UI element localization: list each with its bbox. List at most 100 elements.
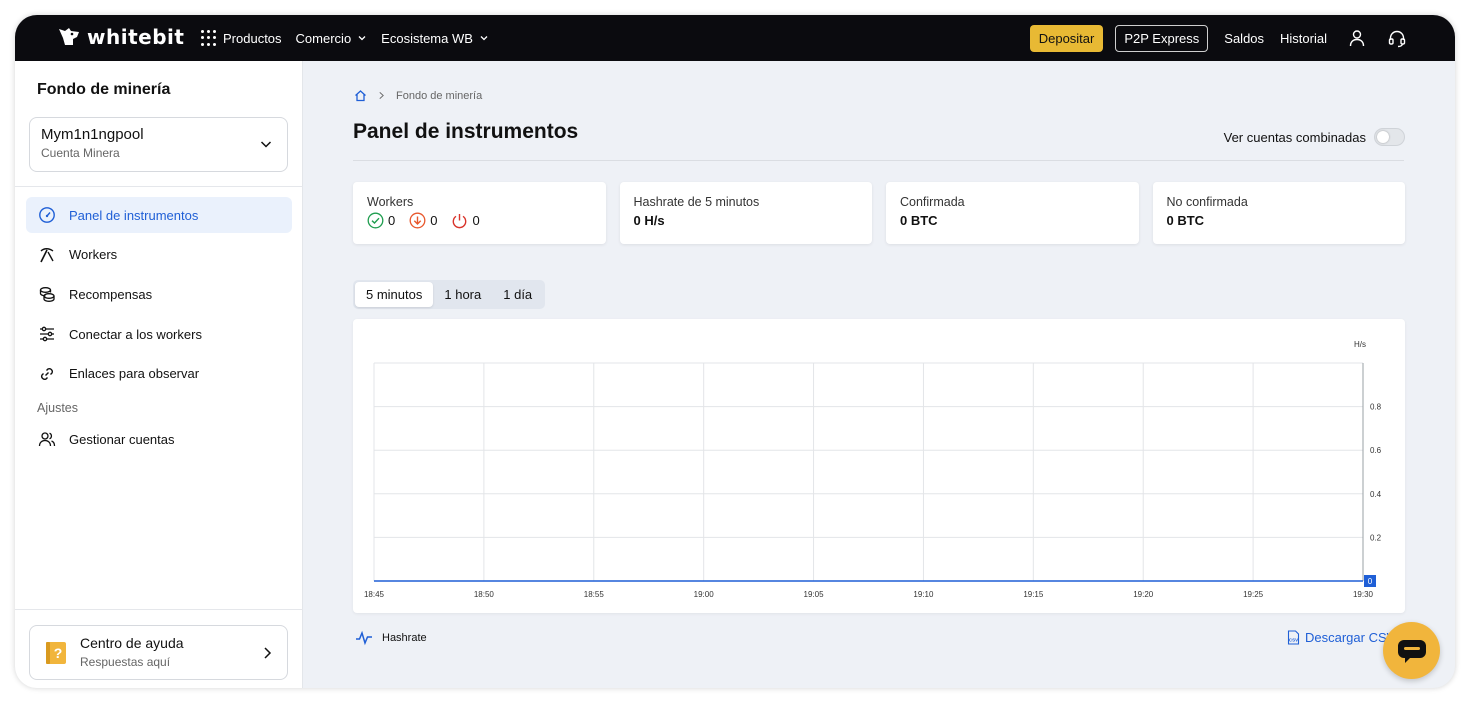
last-value-label: 0: [1368, 577, 1373, 586]
download-csv-label: Descargar CSV: [1305, 630, 1396, 645]
sidebar-item-workers[interactable]: Workers: [26, 237, 292, 273]
apps-grid-icon: [201, 30, 217, 46]
help-center-card[interactable]: ? Centro de ayuda Respuestas aquí: [29, 625, 288, 680]
nav-products[interactable]: Productos: [201, 30, 282, 46]
nav-ecosystem-label: Ecosistema WB: [381, 30, 473, 46]
chevron-down-icon: [480, 36, 488, 41]
main-menu: Productos Comercio Ecosistema WB: [201, 15, 489, 61]
x-tick-label: 18:45: [364, 590, 385, 599]
sidebar-item-label: Panel de instrumentos: [69, 207, 199, 223]
workers-active: 0: [367, 212, 395, 229]
link-icon: [41, 367, 53, 380]
user-profile-icon[interactable]: [1347, 28, 1367, 48]
deposit-button[interactable]: Depositar: [1029, 24, 1104, 52]
hashrate-chart: H/s 0.2 0.4 0.6 0.8 18:45 18:50 18:55 19:00 19:05…: [364, 340, 1382, 599]
legend-hashrate-label: Hashrate: [382, 632, 427, 644]
x-tick-label: 19:15: [1023, 590, 1044, 599]
x-tick-label: 19:20: [1133, 590, 1154, 599]
download-csv-link[interactable]: CSV Descargar CSV: [1287, 630, 1395, 645]
account-menu: Depositar P2P Express Saldos Historial: [1029, 15, 1407, 61]
chevron-down-icon: [358, 36, 366, 41]
sidebar-divider: [15, 609, 303, 610]
sidebar-item-watch-links[interactable]: Enlaces para observar: [26, 356, 292, 392]
y-tick-label: 0.2: [1370, 533, 1382, 542]
workers-offline-count: 0: [472, 213, 480, 228]
pickaxe-icon: [40, 247, 54, 263]
breadcrumb: Fondo de minería: [354, 89, 482, 102]
combined-accounts-toggle-row: Ver cuentas combinadas: [1224, 128, 1405, 146]
hashrate-stat-label: Hashrate de 5 minutos: [633, 195, 760, 209]
chevron-right-icon: [379, 92, 384, 99]
chevron-down-icon: [260, 141, 272, 148]
sidebar-item-label: Recompensas: [69, 286, 153, 302]
stats-cards: Workers 0 0 0 Hashrate de 5 minutos 0 H/…: [353, 182, 1405, 244]
power-icon: [453, 214, 467, 229]
y-tick-label: 0.8: [1370, 403, 1382, 412]
help-book-icon: ?: [46, 642, 66, 664]
settings-section-label: Ajustes: [37, 401, 78, 416]
csv-file-icon: CSV: [1287, 630, 1300, 645]
x-tick-label: 18:50: [474, 590, 495, 599]
support-headset-icon[interactable]: [1387, 28, 1407, 48]
top-navigation: whitebit Productos Comercio Ecosistema W…: [15, 15, 1455, 61]
nav-trade[interactable]: Comercio: [296, 31, 368, 46]
sidebar-item-label: Workers: [69, 247, 118, 263]
chat-support-button[interactable]: [1383, 622, 1440, 679]
workers-status-row: 0 0 0: [367, 212, 592, 229]
hashrate-chart-card: H/s 0.2 0.4 0.6 0.8 18:45 18:50 18:55 19:00 19:05…: [353, 319, 1405, 613]
help-center-subtitle: Respuestas aquí: [80, 655, 171, 669]
confirmed-stat-card: Confirmada 0 BTC: [886, 182, 1139, 244]
chevron-right-icon: [264, 647, 272, 659]
y-tick-label: 0.4: [1370, 490, 1382, 499]
nav-balances[interactable]: Saldos: [1224, 31, 1264, 46]
nav-products-label: Productos: [223, 30, 282, 46]
nav-ecosystem[interactable]: Ecosistema WB: [381, 31, 489, 46]
account-type: Cuenta Minera: [41, 146, 120, 160]
page-title: Panel de instrumentos: [353, 120, 579, 143]
account-name: Mym1n1ngpool: [41, 126, 144, 143]
users-icon: [38, 432, 56, 447]
confirmed-stat-value: 0 BTC: [900, 213, 938, 228]
account-selector[interactable]: Mym1n1ngpool Cuenta Minera: [29, 117, 288, 172]
home-icon[interactable]: [354, 89, 367, 102]
sidebar: Fondo de minería Mym1n1ngpool Cuenta Min…: [15, 61, 303, 688]
app-window: whitebit Productos Comercio Ecosistema W…: [15, 15, 1455, 688]
pulse-icon: [356, 630, 372, 646]
tab-1-hour[interactable]: 1 hora: [433, 282, 492, 307]
sidebar-item-rewards[interactable]: Recompensas: [26, 276, 292, 312]
x-tick-label: 18:55: [584, 590, 605, 599]
svg-text:?: ?: [54, 645, 63, 661]
dashboard-gauge-icon: [39, 207, 55, 223]
nav-history[interactable]: Historial: [1280, 31, 1327, 46]
nav-trade-label: Comercio: [295, 30, 352, 46]
svg-text:CSV: CSV: [1289, 638, 1298, 643]
workers-offline: 0: [451, 212, 480, 229]
sidebar-divider: [15, 186, 303, 187]
tab-5-minutes[interactable]: 5 minutos: [355, 282, 434, 307]
x-tick-label: 19:05: [804, 590, 825, 599]
tab-1-day[interactable]: 1 día: [492, 282, 543, 307]
sidebar-item-label: Conectar a los workers: [69, 326, 202, 342]
workers-active-count: 0: [388, 213, 396, 228]
p2p-express-button[interactable]: P2P Express: [1115, 24, 1209, 52]
coins-icon: [39, 287, 55, 303]
x-tick-label: 19:00: [694, 590, 715, 599]
workers-inactive: 0: [409, 212, 437, 229]
sidebar-item-manage-accounts[interactable]: Gestionar cuentas: [26, 421, 292, 457]
unconfirmed-stat-value: 0 BTC: [1166, 213, 1205, 228]
whitebit-logo-icon: [59, 28, 79, 45]
sidebar-item-dashboard[interactable]: Panel de instrumentos: [26, 197, 292, 233]
whitebit-logo[interactable]: whitebit: [57, 25, 184, 49]
workers-stat-card: Workers 0 0 0: [353, 182, 606, 244]
sliders-icon: [40, 326, 54, 342]
combined-accounts-label: Ver cuentas combinadas: [1223, 129, 1366, 145]
x-tick-label: 19:10: [913, 590, 934, 599]
sidebar-menu: Panel de instrumentos Workers Recompensa…: [26, 197, 292, 461]
combined-accounts-toggle[interactable]: [1374, 128, 1405, 146]
x-tick-label: 19:30: [1353, 590, 1374, 599]
breadcrumb-current[interactable]: Fondo de minería: [396, 90, 482, 102]
sidebar-item-label: Enlaces para observar: [69, 366, 200, 382]
workers-inactive-count: 0: [430, 213, 438, 228]
logo-wordmark: whitebit: [87, 25, 185, 49]
sidebar-item-connect-workers[interactable]: Conectar a los workers: [26, 316, 292, 352]
